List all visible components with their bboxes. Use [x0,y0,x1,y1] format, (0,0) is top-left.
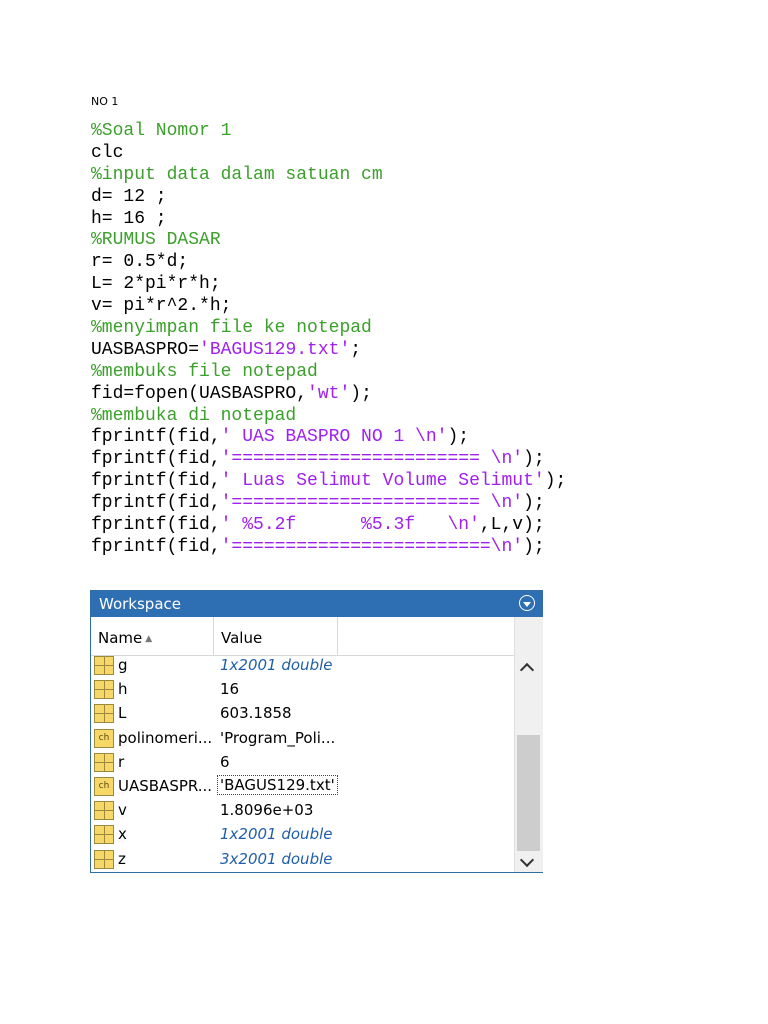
code-line: %menyimpan file ke notepad [91,318,372,339]
code-line: %membuks file notepad [91,361,318,382]
variable-value: 1x2001 double [220,656,333,674]
char-icon: ch [94,776,114,796]
code-token: ); [447,427,470,448]
variable-name: h [118,680,128,699]
chevron-up-icon[interactable] [519,662,535,678]
variable-value: 'Program_Poli... [220,728,336,747]
workspace-header: Name ▲ Value [91,617,514,656]
code-string: 'wt' [307,383,351,404]
code-line: fprintf(fid,' UAS BASPRO NO 1 \n'); [91,427,566,449]
code-line: fprintf(fid,' Luas Selimut Volume Selimu… [91,471,566,493]
code-line: L= 2*pi*r*h; [91,274,221,295]
code-line: %RUMUS DASAR [91,230,221,251]
code-line: %membuka di notepad [91,405,297,426]
variable-row[interactable]: g 1x2001 double [91,653,514,677]
code-line: fprintf(fid,'======================= \n'… [91,493,566,515]
column-divider[interactable] [213,617,214,655]
workspace-variable-list: g 1x2001 double h 16 L 603.1858 ch polin… [91,653,514,871]
variable-value: 603.1858 [220,704,292,723]
code-string: ' %5.2f %5.3f \n' [220,515,480,536]
column-header-name[interactable]: Name ▲ [98,629,152,647]
code-string: '======================= \n' [220,449,524,470]
variable-row[interactable]: ch UASBASPR... 'BAGUS129.txt' [91,774,514,798]
code-line: v= pi*r^2.*h; [91,296,232,317]
workspace-title: Workspace [99,595,181,613]
matrix-icon [94,752,114,772]
code-line: fprintf(fid,'========================\n'… [91,537,566,559]
column-header-value[interactable]: Value [221,629,262,647]
matrix-icon [94,656,114,675]
workspace-title-bar: Workspace [91,591,542,617]
variable-value: 1x2001 double [220,825,333,844]
code-token: fprintf(fid, [91,493,221,514]
code-string: 'BAGUS129.txt' [199,339,351,360]
matrix-icon [94,849,114,869]
matrix-icon [94,801,114,821]
scrollbar-thumb[interactable] [517,735,540,851]
code-token: UASBASPRO= [91,339,200,360]
variable-name: r [118,752,125,771]
variable-name: z [118,849,126,868]
code-token: fprintf(fid, [91,427,221,448]
variable-row[interactable]: h 16 [91,677,514,701]
code-line: h= 16 ; [91,208,167,229]
code-line: fprintf(fid,'======================= \n'… [91,449,566,471]
variable-value: 3x2001 double [220,849,333,868]
code-line: fid=fopen(UASBASPRO,'wt'); [91,384,566,406]
code-block: %Soal Nomor 1 clc %input data dalam satu… [91,121,566,559]
code-line: %input data dalam satuan cm [91,164,383,185]
variable-row[interactable]: x 1x2001 double [91,822,514,846]
matrix-icon [94,825,114,845]
variable-value: 16 [220,680,240,699]
code-line: UASBASPRO='BAGUS129.txt'; [91,340,566,362]
code-token: ); [523,449,545,470]
variable-value: 6 [220,752,230,771]
code-token: ; [350,339,362,360]
column-divider[interactable] [337,617,338,655]
variable-name: UASBASPR... [118,776,213,795]
code-token: ); [523,536,545,557]
code-line: d= 12 ; [91,186,167,207]
section-heading: NO 1 [91,95,119,108]
code-string: '========================\n' [220,536,524,557]
code-token: fid=fopen(UASBASPRO, [91,383,308,404]
code-token: fprintf(fid, [91,449,221,470]
workspace-panel: Workspace Name ▲ Value g 1x2001 double h … [90,590,543,873]
chevron-down-icon[interactable] [519,852,535,868]
variable-name: v [118,801,127,820]
sort-ascending-icon: ▲ [145,633,153,644]
code-token: ,L,v); [479,515,545,536]
code-token: ); [350,383,372,404]
code-line: r= 0.5*d; [91,252,189,273]
variable-name: x [118,825,127,844]
variable-name: polinomeri... [118,728,213,747]
matrix-icon [94,680,114,700]
variable-row[interactable]: ch polinomeri... 'Program_Poli... [91,726,514,750]
variable-name: g [118,656,128,674]
code-string: ' Luas Selimut Volume Selimut' [220,471,545,492]
variable-name: L [118,704,127,723]
code-line: %Soal Nomor 1 [91,121,232,141]
code-string: ' UAS BASPRO NO 1 \n' [220,427,448,448]
code-token: fprintf(fid, [91,515,221,536]
vertical-scrollbar[interactable] [514,617,543,872]
variable-row[interactable]: v 1.8096e+03 [91,798,514,822]
code-token: fprintf(fid, [91,536,221,557]
matrix-icon [94,704,114,724]
code-line: fprintf(fid,' %5.2f %5.3f \n',L,v); [91,515,566,537]
code-string: '======================= \n' [220,493,524,514]
code-token: ); [523,493,545,514]
variable-row[interactable]: L 603.1858 [91,701,514,725]
panel-menu-icon[interactable] [519,595,535,611]
variable-row[interactable]: r 6 [91,750,514,774]
code-line: clc [91,142,124,163]
variable-value-editing[interactable]: 'BAGUS129.txt' [217,774,338,795]
code-token: fprintf(fid, [91,471,221,492]
char-icon: ch [94,728,114,748]
variable-row[interactable]: z 3x2001 double [91,847,514,871]
column-header-name-label: Name [98,629,143,647]
variable-value: 1.8096e+03 [220,801,314,820]
code-token: ); [544,471,567,492]
